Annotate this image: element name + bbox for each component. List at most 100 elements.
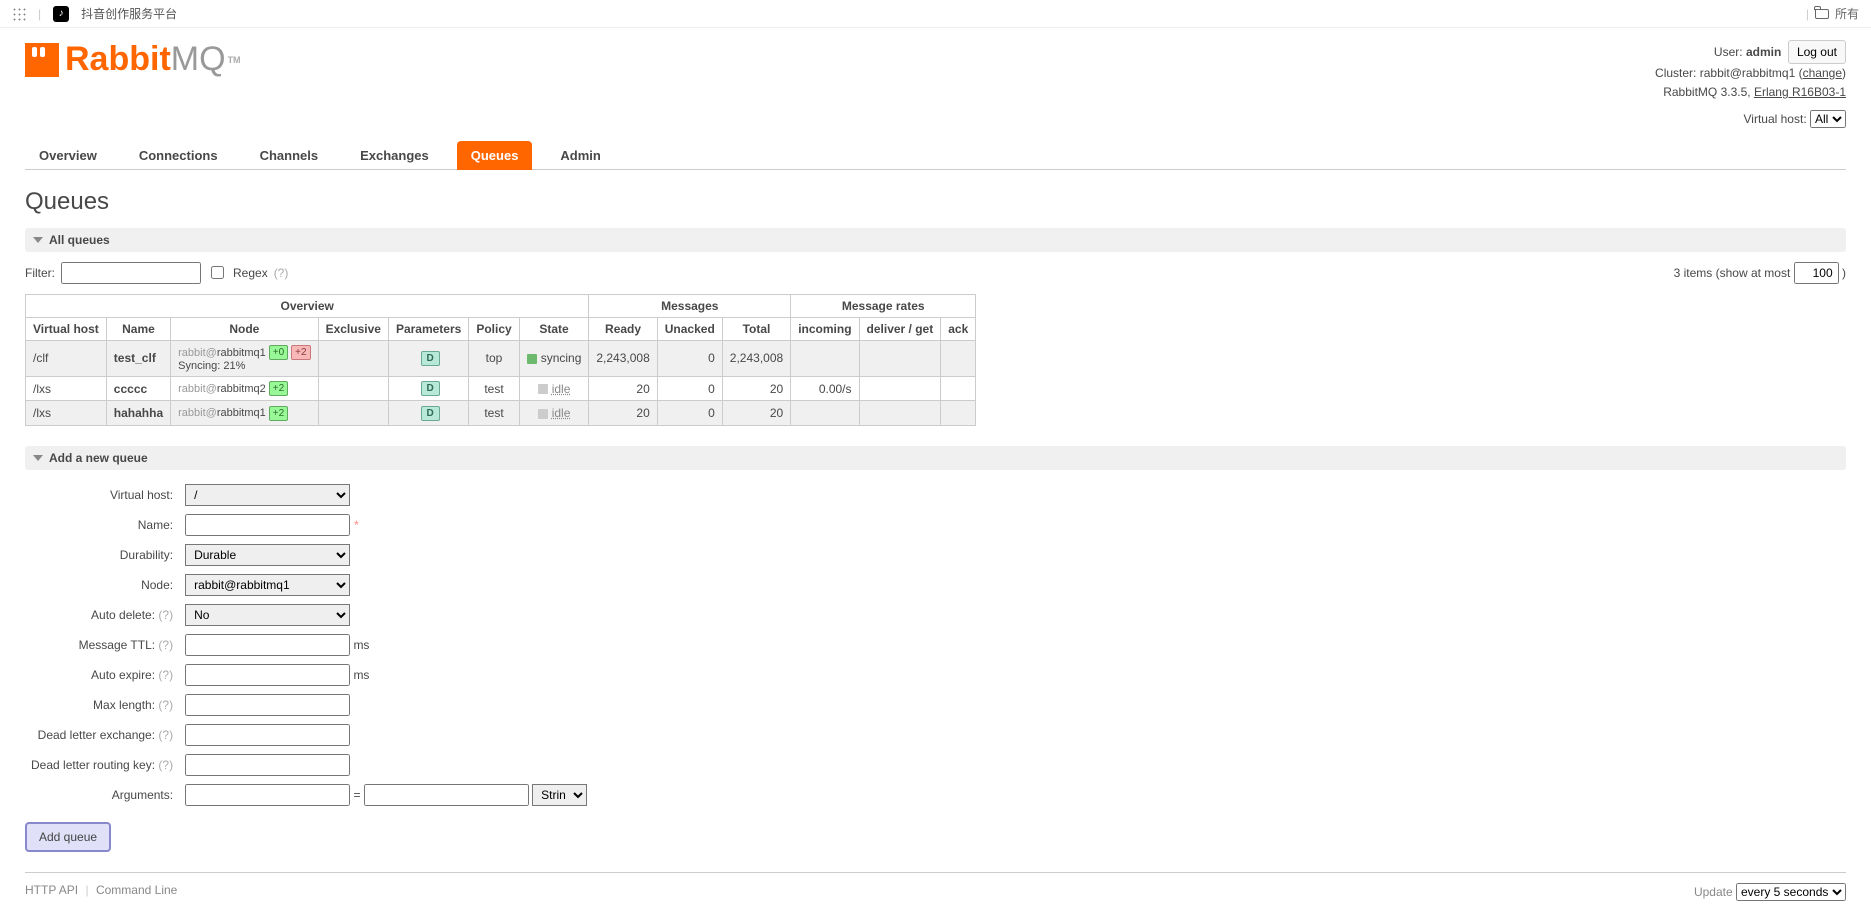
col-header[interactable]: Name: [106, 317, 170, 340]
logout-button[interactable]: Log out: [1788, 40, 1846, 64]
add-queue-button[interactable]: Add queue: [25, 822, 111, 852]
queue-name-link[interactable]: test_clf: [114, 351, 156, 365]
tab-overview[interactable]: Overview: [25, 141, 111, 170]
cluster-value: rabbit@rabbitmq1: [1700, 66, 1796, 80]
help-icon[interactable]: (?): [158, 698, 173, 712]
col-header[interactable]: Total: [722, 317, 790, 340]
col-header[interactable]: Policy: [469, 317, 519, 340]
col-header[interactable]: Ready: [589, 317, 657, 340]
apps-grid-icon[interactable]: [12, 7, 26, 21]
cell-policy: top: [469, 340, 519, 376]
form-arg-value-input[interactable]: [364, 784, 529, 806]
logo-text-mq: MQ: [171, 40, 226, 79]
command-line-link[interactable]: Command Line: [96, 883, 177, 897]
form-dlx-input[interactable]: [185, 724, 350, 746]
form-vhost-select[interactable]: /: [185, 484, 350, 506]
form-arg-key-input[interactable]: [185, 784, 350, 806]
cell-ack: [941, 401, 976, 425]
version-text: RabbitMQ 3.3.5,: [1663, 85, 1750, 99]
form-vhost-label: Virtual host:: [25, 480, 179, 510]
section-add-queue[interactable]: Add a new queue: [25, 446, 1846, 470]
tab-channels[interactable]: Channels: [246, 141, 333, 170]
cell-params: D: [388, 401, 468, 425]
cell-vhost: /lxs: [26, 401, 107, 425]
cluster-change-link[interactable]: change: [1803, 66, 1842, 80]
form-expire-input[interactable]: [185, 664, 350, 686]
replica-badge: +2: [269, 406, 288, 421]
regex-checkbox[interactable]: [211, 266, 224, 279]
form-dlrk-input[interactable]: [185, 754, 350, 776]
form-ttl-input[interactable]: [185, 634, 350, 656]
col-header[interactable]: incoming: [791, 317, 859, 340]
form-durability-select[interactable]: Durable: [185, 544, 350, 566]
divider: |: [1806, 7, 1809, 21]
col-header[interactable]: Virtual host: [26, 317, 107, 340]
cell-ack: [941, 376, 976, 400]
replica-badge: +2: [291, 345, 310, 360]
col-header[interactable]: Unacked: [657, 317, 722, 340]
cell-incoming: [791, 401, 859, 425]
col-header[interactable]: Parameters: [388, 317, 468, 340]
unit-ms: ms: [353, 638, 369, 652]
table-row: /clftest_clfrabbit@rabbitmq1+0+2Syncing:…: [26, 340, 976, 376]
durable-badge: D: [421, 381, 440, 396]
col-header[interactable]: ack: [941, 317, 976, 340]
user-value: admin: [1746, 45, 1781, 59]
section-all-queues-label: All queues: [49, 233, 110, 247]
form-name-input[interactable]: [185, 514, 350, 536]
section-add-queue-label: Add a new queue: [49, 451, 148, 465]
vhost-select[interactable]: All: [1810, 110, 1846, 128]
bookmarks-all[interactable]: 所有: [1835, 5, 1859, 22]
regex-help[interactable]: (?): [274, 266, 289, 280]
tiktok-icon[interactable]: ♪: [53, 6, 69, 22]
cell-ready: 20: [589, 376, 657, 400]
section-all-queues[interactable]: All queues: [25, 228, 1846, 252]
form-durability-label: Durability:: [25, 540, 179, 570]
form-maxlen-input[interactable]: [185, 694, 350, 716]
logo-tm: TM: [228, 55, 241, 65]
queue-name-link[interactable]: hahahha: [114, 406, 163, 420]
help-icon[interactable]: (?): [158, 728, 173, 742]
cell-state: idle: [519, 376, 589, 400]
chevron-down-icon: [33, 455, 43, 461]
state-icon: [527, 354, 537, 364]
col-header[interactable]: Node: [171, 317, 318, 340]
replica-badge: +2: [269, 381, 288, 396]
col-group-messages: Messages: [589, 294, 791, 317]
rabbit-icon: [25, 43, 59, 77]
col-header[interactable]: deliver / get: [859, 317, 941, 340]
tab-admin[interactable]: Admin: [546, 141, 614, 170]
cell-exclusive: [318, 401, 388, 425]
tab-queues[interactable]: Queues: [457, 141, 533, 170]
cell-unacked: 0: [657, 376, 722, 400]
help-icon[interactable]: (?): [158, 758, 173, 772]
tab-connections[interactable]: Connections: [125, 141, 232, 170]
form-autodelete-select[interactable]: No: [185, 604, 350, 626]
update-interval-select[interactable]: every 5 seconds: [1736, 883, 1846, 901]
form-node-select[interactable]: rabbit@rabbitmq1: [185, 574, 350, 596]
browser-tab-bar: | ♪ 抖音创作服务平台 | 所有: [0, 0, 1871, 28]
col-header[interactable]: Exclusive: [318, 317, 388, 340]
help-icon[interactable]: (?): [158, 668, 173, 682]
items-max-input[interactable]: [1794, 262, 1839, 284]
http-api-link[interactable]: HTTP API: [25, 883, 78, 897]
durable-badge: D: [421, 406, 440, 421]
cell-incoming: [791, 340, 859, 376]
tab-exchanges[interactable]: Exchanges: [346, 141, 443, 170]
tab-title[interactable]: 抖音创作服务平台: [81, 5, 177, 22]
folder-icon[interactable]: [1815, 9, 1829, 19]
help-icon[interactable]: (?): [158, 608, 173, 622]
logo-text-rabbit: Rabbit: [65, 40, 171, 79]
filter-input[interactable]: [61, 262, 201, 284]
form-arg-type-select[interactable]: String: [532, 784, 587, 806]
form-node-label: Node:: [25, 570, 179, 600]
erlang-link[interactable]: Erlang R16B03-1: [1754, 85, 1846, 99]
table-row: /lxshahahharabbit@rabbitmq1+2Dtestidle20…: [26, 401, 976, 425]
col-header[interactable]: State: [519, 317, 589, 340]
queue-name-link[interactable]: ccccc: [114, 382, 147, 396]
form-maxlen-label: Max length:: [93, 698, 155, 712]
rabbitmq-logo[interactable]: RabbitMQTM: [25, 40, 241, 79]
help-icon[interactable]: (?): [158, 638, 173, 652]
update-label: Update: [1694, 885, 1733, 899]
form-name-label: Name:: [25, 510, 179, 540]
